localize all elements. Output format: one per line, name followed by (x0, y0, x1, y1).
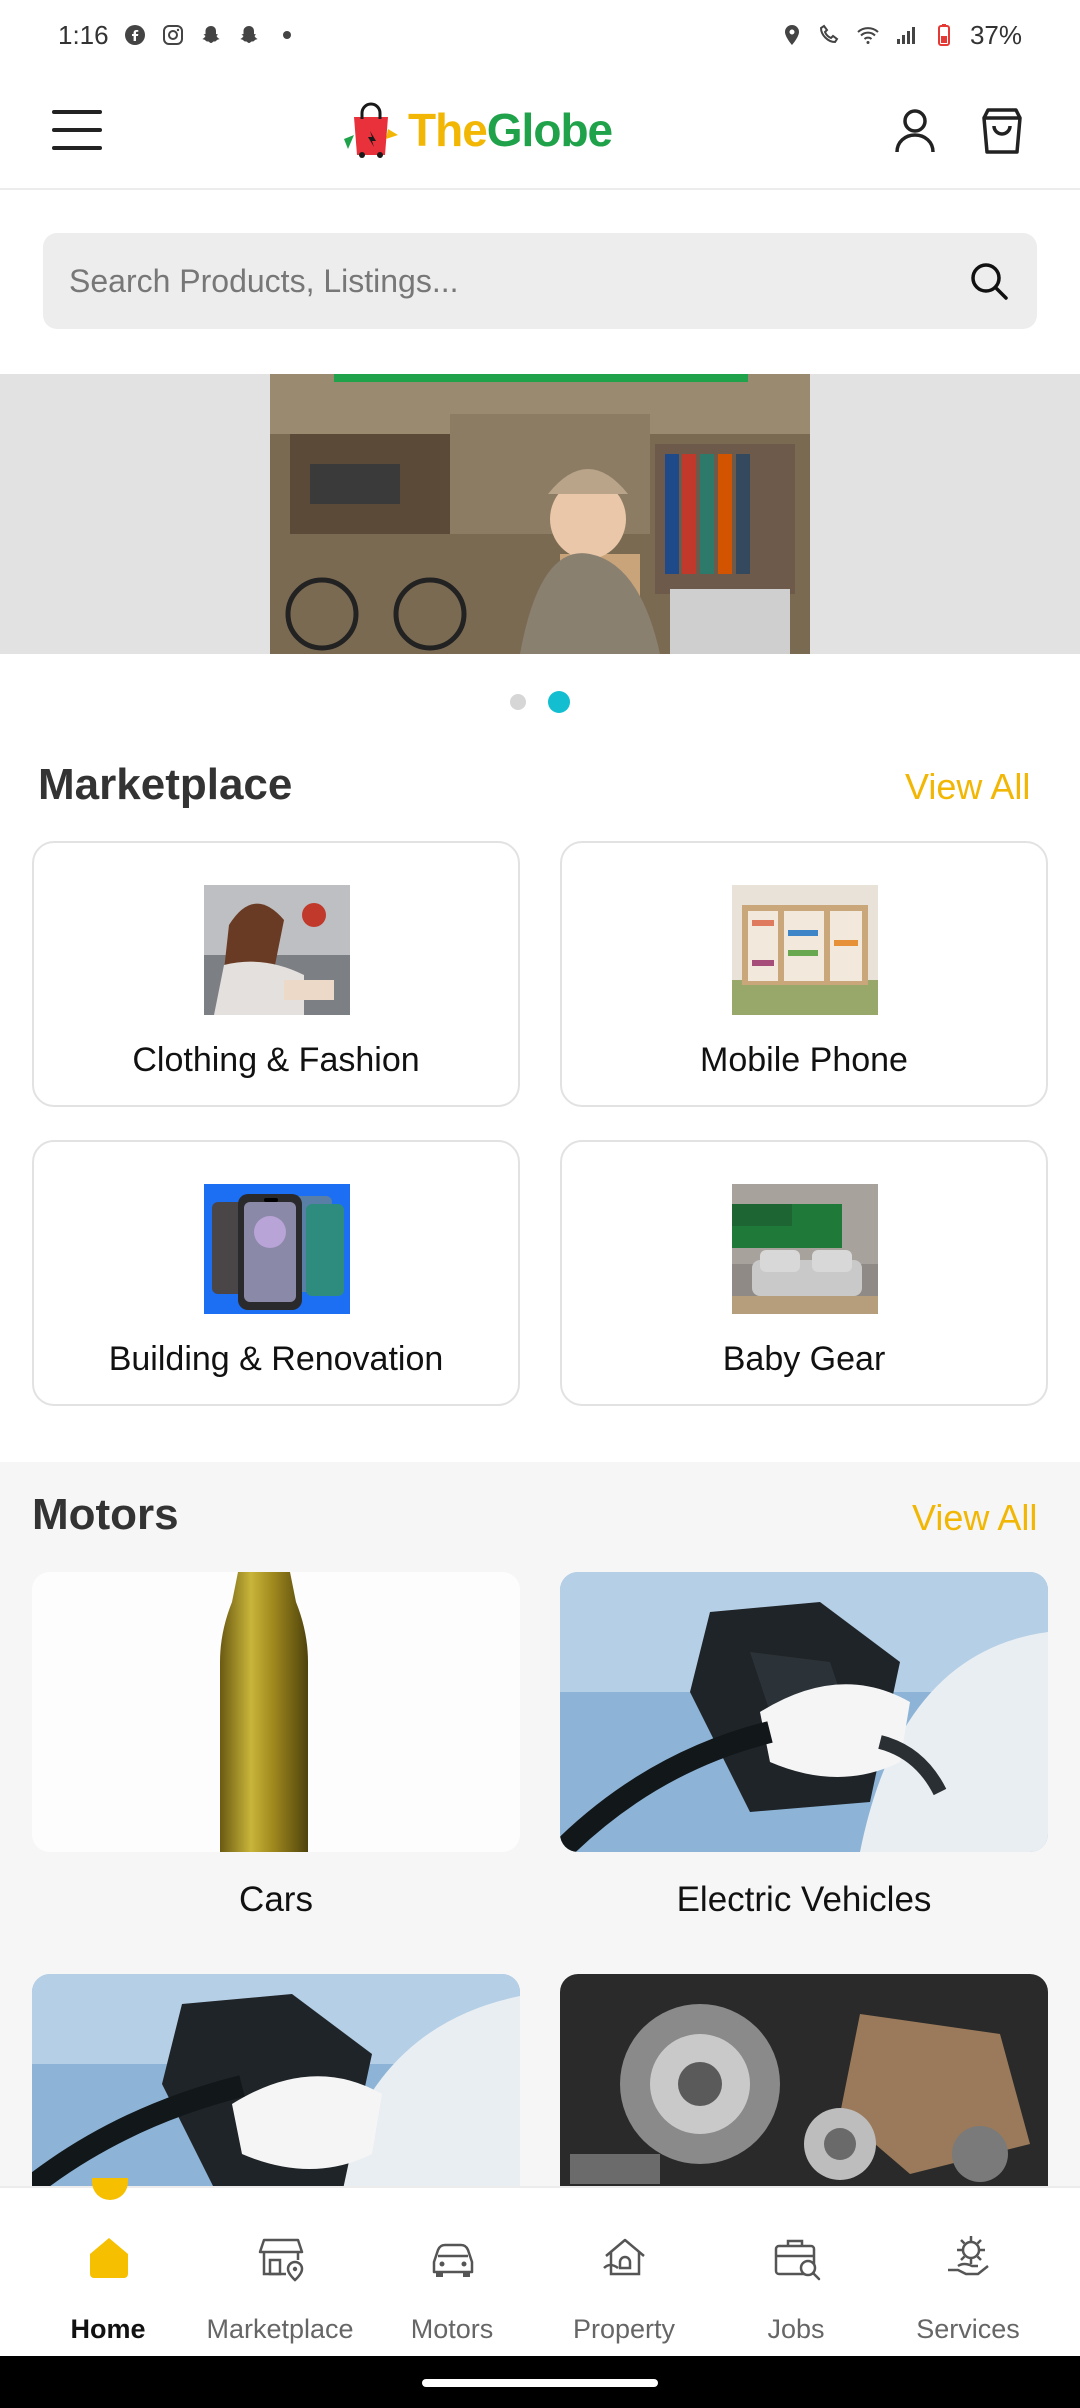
category-label: Building & Renovation (108, 1340, 444, 1378)
app-header: TheGlobe (0, 70, 1080, 190)
logo-text-the: The (408, 104, 488, 156)
store-icon (258, 2238, 304, 2282)
instagram-icon (162, 25, 183, 45)
category-card[interactable]: Building & Renovation (32, 1140, 520, 1406)
status-left: 1:16 (58, 20, 299, 51)
nav-label: Jobs (767, 2314, 825, 2344)
carousel-dot-active[interactable] (548, 691, 570, 713)
category-thumbnail (732, 885, 878, 1015)
gesture-home-bar[interactable] (422, 2379, 658, 2387)
nav-jobs[interactable]: Jobs (710, 2188, 882, 2358)
nav-label: Property (572, 2314, 676, 2344)
nav-active-indicator (92, 2178, 128, 2200)
motor-category-card[interactable] (32, 1572, 520, 1852)
promo-banner-carousel[interactable] (0, 374, 1080, 654)
motor-category-card[interactable] (32, 1974, 520, 2186)
home-icon (90, 2238, 128, 2278)
status-right: 37% (780, 20, 1022, 51)
motor-thumbnail (560, 1572, 1048, 1852)
briefcase-search-icon (774, 2239, 821, 2281)
category-thumbnail (204, 885, 350, 1015)
category-thumbnail (732, 1184, 878, 1314)
menu-line (52, 128, 102, 132)
carousel-dot[interactable] (510, 694, 526, 710)
battery-icon (937, 24, 950, 46)
snapchat-icon (240, 26, 258, 43)
category-label: Baby Gear (722, 1340, 886, 1378)
motor-thumbnail (32, 1572, 520, 1852)
search-input[interactable] (69, 262, 967, 300)
account-icon[interactable] (889, 104, 941, 156)
logo-text-globe: Globe (486, 104, 613, 156)
search-icon[interactable] (967, 259, 1011, 303)
shopping-bag-logo-icon (344, 102, 398, 158)
marketplace-title: Marketplace (38, 760, 293, 809)
house-icon (603, 2238, 645, 2276)
nav-label: Services (916, 2314, 1020, 2344)
category-thumbnail (204, 1184, 350, 1314)
menu-line (52, 146, 102, 150)
signal-icon (896, 27, 915, 44)
motor-thumbnail (560, 1974, 1048, 2186)
logo-text: TheGlobe (408, 103, 613, 157)
cart-bag-icon[interactable] (976, 104, 1028, 156)
carousel-dots (0, 691, 1080, 713)
wifi-call-icon (819, 24, 839, 44)
status-bar: 1:16 37% (0, 0, 1080, 70)
car-icon (432, 2243, 474, 2277)
nav-property[interactable]: Property (538, 2188, 710, 2358)
search-bar[interactable] (43, 233, 1037, 329)
menu-line (52, 110, 102, 114)
motor-thumbnail (32, 1974, 520, 2186)
motor-category-label: Electric Vehicles (676, 1880, 932, 1919)
bottom-navigation: Home Marketplace Motors Property Jobs Se… (0, 2178, 1080, 2358)
nav-services[interactable]: Services (882, 2188, 1054, 2358)
facebook-icon (124, 25, 145, 45)
category-label: Clothing & Fashion (132, 1041, 420, 1079)
nav-label: Marketplace (206, 2314, 354, 2344)
marketplace-view-all-link[interactable]: View All (905, 766, 1030, 808)
nav-label: Motors (410, 2314, 494, 2344)
location-icon (784, 25, 799, 45)
motor-category-card[interactable] (560, 1572, 1048, 1852)
wifi-icon (857, 27, 879, 44)
nav-label: Home (70, 2314, 146, 2344)
nav-marketplace[interactable]: Marketplace (194, 2188, 366, 2358)
motor-category-label: Cars (239, 1880, 313, 1919)
snapchat-icon (202, 26, 220, 43)
motors-view-all-link[interactable]: View All (912, 1497, 1037, 1539)
status-time: 1:16 (58, 19, 109, 50)
category-card[interactable]: Clothing & Fashion (32, 841, 520, 1107)
category-card[interactable]: Mobile Phone (560, 841, 1048, 1107)
battery-percent: 37% (969, 19, 1022, 50)
menu-button[interactable] (52, 108, 102, 152)
motors-title: Motors (32, 1490, 179, 1539)
nav-motors[interactable]: Motors (366, 2188, 538, 2358)
category-card[interactable]: Baby Gear (560, 1140, 1048, 1406)
nav-home[interactable]: Home (22, 2178, 194, 2358)
gear-hand-icon (948, 2236, 989, 2276)
app-logo[interactable]: TheGlobe (340, 96, 613, 164)
banner-image (270, 374, 810, 654)
dot-icon (282, 31, 291, 39)
category-label: Mobile Phone (700, 1041, 908, 1079)
motor-category-card[interactable] (560, 1974, 1048, 2186)
